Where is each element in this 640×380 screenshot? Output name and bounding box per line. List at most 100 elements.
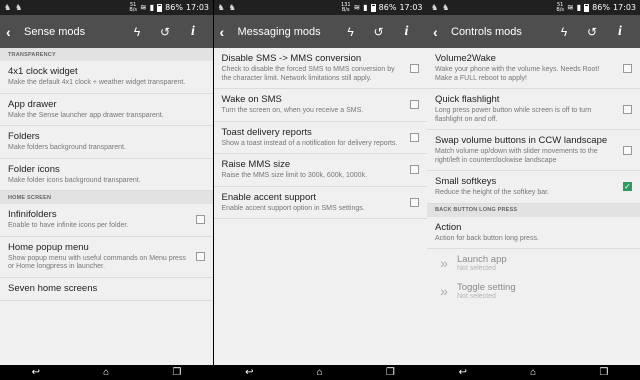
page-title: Messaging mods	[237, 25, 321, 38]
setting-small-softkeys[interactable]: Small softkeys Reduce the height of the s…	[427, 171, 640, 204]
network-speed: 51 B/s	[556, 1, 565, 13]
setting-accent-support[interactable]: Enable accent support Enable accent suppo…	[213, 187, 427, 219]
setting-volume2wake[interactable]: Volume2Wake Wake your phone with the volu…	[427, 48, 640, 89]
setting-launch-app[interactable]: » Launch app Not selected	[427, 249, 640, 277]
cat-icon: ♞	[217, 3, 225, 12]
back-nav-icon[interactable]: ↩	[32, 367, 40, 378]
info-icon[interactable]: i	[179, 24, 207, 40]
checkbox[interactable]	[409, 165, 419, 175]
wifi-icon: ≋	[140, 3, 147, 12]
setting-summary: Make folder icons background transparent…	[8, 176, 141, 184]
info-icon[interactable]: i	[393, 24, 421, 40]
setting-title: Small softkeys	[435, 176, 497, 187]
flash-icon[interactable]: ϟ	[550, 25, 578, 39]
flash-icon[interactable]: ϟ	[337, 25, 365, 39]
double-chevron-icon: »	[440, 283, 448, 299]
signal-icon: ▮	[149, 3, 155, 12]
checkbox-checked[interactable]: ✓	[623, 182, 632, 192]
setting-title: Home popup menu	[8, 241, 89, 253]
status-bar: ♞ ♞ 51 B/s ≋ ▮ 86% 17:03	[0, 0, 213, 15]
setting-title: Disable SMS -> MMS conversion	[221, 53, 362, 64]
toolbar: ‹ Sense mods ϟ ↺ i	[0, 15, 213, 48]
flash-icon[interactable]: ϟ	[123, 25, 151, 39]
setting-title: Swap volume buttons in CCW landscape	[435, 135, 608, 146]
setting-disable-sms-mms[interactable]: Disable SMS -> MMS conversion Check to di…	[213, 48, 427, 89]
clock: 17:03	[399, 3, 423, 12]
battery-percent: 86%	[165, 3, 183, 12]
wifi-icon: ≋	[567, 3, 574, 12]
recents-nav-icon[interactable]: ❐	[172, 367, 181, 378]
setting-summary: Make folders background transparent.	[8, 144, 126, 151]
wifi-icon: ≋	[353, 3, 361, 12]
home-nav-icon[interactable]: ⌂	[103, 367, 109, 378]
setting-home-popup[interactable]: Home popup menu Show popup menu with usef…	[0, 237, 213, 278]
nav-bar: ↩ ⌂ ❐	[0, 365, 213, 380]
back-nav-icon[interactable]: ↩	[459, 367, 467, 378]
setting-seven-screens[interactable]: Seven home screens	[0, 278, 213, 301]
recents-nav-icon[interactable]: ❐	[599, 367, 608, 378]
setting-toast-reports[interactable]: Toast delivery reports Show a toast inste…	[213, 122, 427, 154]
setting-wake-on-sms[interactable]: Wake on SMS Turn the screen on, when you …	[213, 89, 427, 122]
setting-title: Folders	[8, 131, 40, 142]
setting-toggle-setting[interactable]: » Toggle setting Not selected	[427, 277, 640, 305]
setting-title: Quick flashlight	[435, 94, 500, 105]
battery-percent: 86%	[378, 3, 397, 12]
setting-summary: Make the Sense launcher app drawer trans…	[8, 111, 164, 119]
checkbox[interactable]	[623, 63, 632, 73]
status-bar: ♞ ♞ 51 B/s ≋ ▮ 86% 17:03	[427, 0, 640, 15]
setting-folders[interactable]: Folders Make folders background transpare…	[0, 126, 213, 159]
checkbox[interactable]	[196, 252, 205, 261]
setting-infinifolders[interactable]: Infinifolders Enable to have infinite ico…	[0, 204, 213, 237]
home-nav-icon[interactable]: ⌂	[530, 367, 536, 378]
setting-action[interactable]: Action Action for back button long press.	[427, 217, 640, 249]
info-icon[interactable]: i	[606, 24, 634, 40]
page-title: Sense mods	[24, 25, 86, 38]
history-icon[interactable]: ↺	[365, 25, 393, 39]
toolbar: ‹ Controls mods ϟ ↺ i	[427, 15, 640, 48]
checkbox[interactable]	[409, 100, 419, 110]
checkbox[interactable]	[623, 145, 632, 155]
signal-icon: ▮	[363, 3, 368, 12]
setting-title: Action	[435, 221, 462, 233]
setting-title: Infinifolders	[8, 209, 57, 220]
setting-quick-flashlight[interactable]: Quick flashlight Long press power button …	[427, 89, 640, 130]
cat-icon: ♞	[15, 3, 23, 12]
back-chevron-icon[interactable]: ‹	[220, 24, 234, 40]
cat-icon: ♞	[442, 3, 450, 12]
setting-title: 4x1 clock widget	[8, 66, 78, 77]
clock: 17:03	[185, 3, 209, 12]
nav-bar: ↩ ⌂ ❐	[213, 365, 427, 380]
setting-summary: Show a toast instead of a notification f…	[221, 139, 398, 147]
checkbox[interactable]	[409, 132, 419, 142]
home-nav-icon[interactable]: ⌂	[317, 367, 323, 378]
battery-icon	[157, 3, 163, 12]
checkbox[interactable]	[196, 215, 205, 225]
history-icon[interactable]: ↺	[578, 25, 606, 39]
back-chevron-icon[interactable]: ‹	[433, 24, 447, 40]
checkbox[interactable]	[409, 63, 419, 73]
signal-icon: ▮	[576, 3, 582, 12]
section-header: TRANSPARENCY	[0, 48, 213, 61]
battery-icon	[370, 3, 376, 12]
history-icon[interactable]: ↺	[151, 25, 179, 39]
setting-swap-volume[interactable]: Swap volume buttons in CCW landscape Matc…	[427, 130, 640, 171]
settings-list: Volume2Wake Wake your phone with the volu…	[427, 48, 640, 365]
settings-list: Disable SMS -> MMS conversion Check to di…	[213, 48, 427, 365]
checkbox[interactable]	[623, 104, 632, 114]
network-speed: 51 B/s	[129, 1, 138, 13]
back-nav-icon[interactable]: ↩	[245, 367, 253, 378]
setting-summary: Not selected	[457, 293, 496, 300]
back-chevron-icon[interactable]: ‹	[6, 24, 20, 40]
setting-title: Launch app	[457, 254, 507, 265]
page-title: Controls mods	[451, 25, 522, 38]
setting-raise-mms[interactable]: Raise MMS size Raise the MMS size limit t…	[213, 154, 427, 187]
setting-summary: Raise the MMS size limit to 300k, 600k, …	[221, 172, 368, 179]
setting-clock-widget[interactable]: 4x1 clock widget Make the default 4x1 clo…	[0, 61, 213, 94]
setting-app-drawer[interactable]: App drawer Make the Sense launcher app dr…	[0, 94, 213, 126]
recents-nav-icon[interactable]: ❐	[386, 367, 395, 378]
setting-folder-icons[interactable]: Folder icons Make folder icons background…	[0, 159, 213, 191]
setting-summary: Match volume up/down with slider movemen…	[435, 148, 598, 164]
checkbox[interactable]	[409, 197, 419, 207]
network-speed: 131 B/s	[341, 1, 351, 13]
setting-title: Wake on SMS	[221, 94, 282, 105]
